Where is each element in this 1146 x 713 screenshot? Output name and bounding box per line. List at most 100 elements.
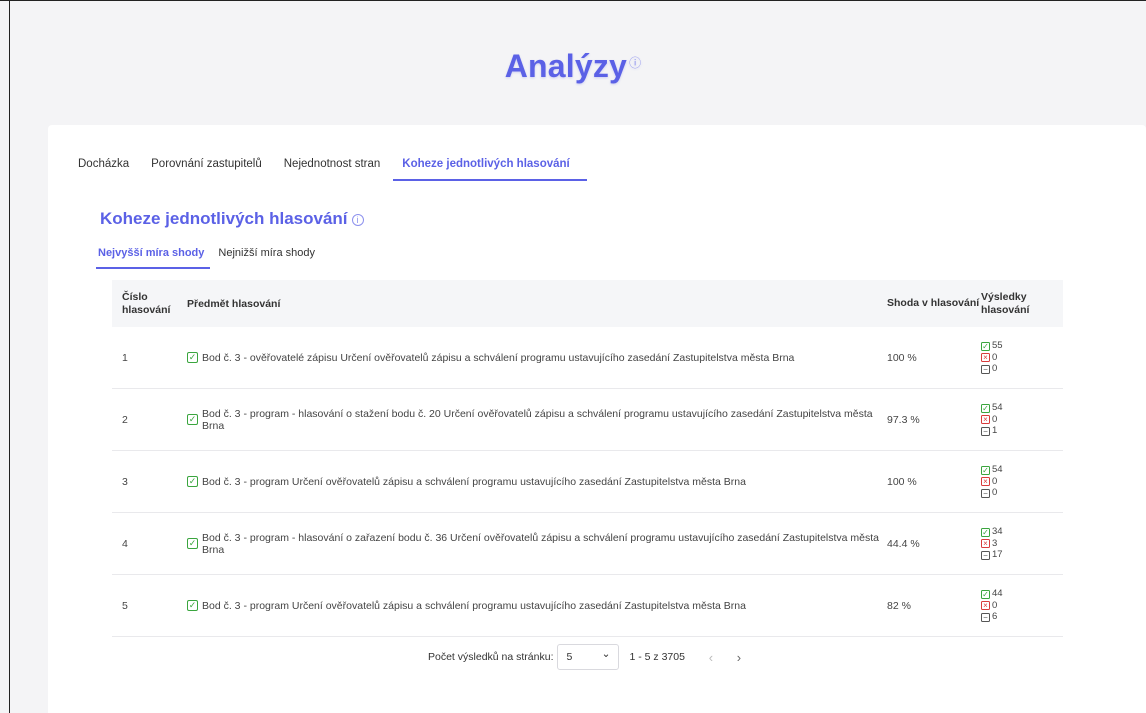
yes-check-icon: ✓	[981, 341, 990, 351]
vote-subject-text[interactable]: Bod č. 3 - ověřovatelé zápisu Určení ově…	[202, 352, 794, 364]
per-page-label: Počet výsledků na stránku:	[428, 651, 554, 663]
vote-number: 4	[122, 537, 128, 550]
tab-attendance[interactable]: Docházka	[78, 155, 140, 181]
no-count: 0	[992, 599, 998, 611]
abstain-minus-icon: −	[981, 364, 990, 374]
result-no: × 0	[981, 476, 1063, 488]
passed-check-icon: ✓	[187, 476, 198, 487]
info-icon[interactable]: i	[351, 213, 364, 226]
no-cross-icon: ×	[981, 539, 990, 548]
result-abstain: − 1	[981, 425, 1063, 437]
vote-results: ✓ 54 × 0 − 0	[981, 464, 1063, 499]
result-no: × 0	[981, 414, 1063, 426]
per-page-value: 5	[566, 651, 573, 663]
header-subject[interactable]: Předmět hlasování	[187, 298, 887, 310]
agreement-value: 100 %	[887, 475, 917, 488]
vote-results: ✓ 34 × 3 − 17	[981, 526, 1063, 561]
yes-count: 54	[992, 402, 1003, 414]
agreement-value: 100 %	[887, 351, 917, 364]
table-row[interactable]: 5 ✓ Bod č. 3 - program Určení ověřovatel…	[112, 575, 1063, 637]
result-yes: ✓ 55	[981, 340, 1063, 352]
yes-count: 54	[992, 464, 1003, 476]
result-yes: ✓ 54	[981, 402, 1063, 414]
pagination: Počet výsledků na stránku: 5 ⌄ 1 - 5 z 3…	[428, 644, 759, 670]
result-yes: ✓ 34	[981, 526, 1063, 538]
subtab-lowest-agreement[interactable]: Nejnižší míra shody	[218, 245, 315, 269]
subtab-highest-agreement[interactable]: Nejvyšší míra shody	[95, 245, 211, 269]
result-no: × 0	[981, 600, 1063, 612]
no-cross-icon: ×	[981, 477, 990, 486]
agreement-value: 82 %	[887, 599, 911, 612]
vote-subject: ✓ Bod č. 3 - program Určení ověřovatelů …	[187, 600, 887, 612]
abstain-minus-icon: −	[981, 612, 990, 622]
header-agreement[interactable]: Shoda v hlasování	[887, 297, 981, 310]
window-frame-top	[0, 0, 1146, 1]
header-results[interactable]: Výsledky hlasování	[981, 291, 1063, 317]
result-abstain: − 17	[981, 549, 1063, 561]
tab-party-disunity[interactable]: Nejednotnost stran	[284, 155, 392, 181]
table-row[interactable]: 4 ✓ Bod č. 3 - program - hlasování o zař…	[112, 513, 1063, 575]
no-count: 3	[992, 537, 998, 549]
yes-check-icon: ✓	[981, 527, 990, 537]
vote-subject: ✓ Bod č. 3 - program - hlasování o zařaz…	[187, 532, 887, 556]
next-page-button[interactable]: ›	[731, 650, 747, 665]
table-body: 1 ✓ Bod č. 3 - ověřovatelé zápisu Určení…	[112, 327, 1063, 637]
no-cross-icon: ×	[981, 415, 990, 424]
result-yes: ✓ 44	[981, 588, 1063, 600]
passed-check-icon: ✓	[187, 538, 198, 549]
header-vote-number[interactable]: Číslo hlasování	[112, 291, 187, 317]
vote-number: 3	[122, 475, 128, 488]
prev-page-button[interactable]: ‹	[703, 650, 719, 665]
table-row[interactable]: 1 ✓ Bod č. 3 - ověřovatelé zápisu Určení…	[112, 327, 1063, 389]
result-abstain: − 6	[981, 611, 1063, 623]
vote-results: ✓ 54 × 0 − 1	[981, 402, 1063, 437]
table-row[interactable]: 2 ✓ Bod č. 3 - program - hlasování o sta…	[112, 389, 1063, 451]
chevron-down-icon: ⌄	[601, 648, 611, 660]
yes-count: 44	[992, 588, 1003, 600]
result-yes: ✓ 54	[981, 464, 1063, 476]
abstain-count: 0	[992, 487, 998, 499]
page-title: Analýzy ⓘ	[0, 48, 1146, 85]
no-cross-icon: ×	[981, 353, 990, 362]
abstain-count: 1	[992, 425, 998, 437]
tab-compare-representatives[interactable]: Porovnání zastupitelů	[151, 155, 273, 181]
no-count: 0	[992, 475, 998, 487]
passed-check-icon: ✓	[187, 352, 198, 363]
abstain-count: 0	[992, 363, 998, 375]
no-count: 0	[992, 413, 998, 425]
yes-check-icon: ✓	[981, 465, 990, 475]
vote-results: ✓ 55 × 0 − 0	[981, 340, 1063, 375]
result-abstain: − 0	[981, 363, 1063, 375]
vote-results: ✓ 44 × 0 − 6	[981, 588, 1063, 623]
table-row[interactable]: 3 ✓ Bod č. 3 - program Určení ověřovatel…	[112, 451, 1063, 513]
section-title: Koheze jednotlivých hlasování i	[100, 209, 364, 229]
vote-number: 1	[122, 351, 128, 364]
abstain-count: 17	[992, 549, 1003, 561]
cohesion-subtabs: Nejvyšší míra shody Nejnižší míra shody	[95, 245, 329, 269]
vote-subject-text[interactable]: Bod č. 3 - program - hlasování o zařazen…	[202, 532, 887, 556]
vote-number: 5	[122, 599, 128, 612]
agreement-value: 97.3 %	[887, 413, 920, 426]
abstain-minus-icon: −	[981, 550, 990, 560]
vote-subject-text[interactable]: Bod č. 3 - program - hlasování o stažení…	[202, 408, 887, 432]
abstain-minus-icon: −	[981, 426, 990, 436]
vote-subject-text[interactable]: Bod č. 3 - program Určení ověřovatelů zá…	[202, 476, 746, 488]
per-page-select[interactable]: 5 ⌄	[557, 644, 620, 670]
tab-vote-cohesion[interactable]: Koheze jednotlivých hlasování	[393, 155, 588, 181]
vote-subject-text[interactable]: Bod č. 3 - program Určení ověřovatelů zá…	[202, 600, 746, 612]
content-card: Docházka Porovnání zastupitelů Nejednotn…	[48, 125, 1146, 713]
result-no: × 3	[981, 538, 1063, 550]
no-count: 0	[992, 351, 998, 363]
abstain-minus-icon: −	[981, 488, 990, 498]
no-cross-icon: ×	[981, 601, 990, 610]
page-range: 1 - 5 z 3705	[629, 651, 685, 663]
info-icon[interactable]: ⓘ	[629, 56, 641, 70]
table-header: Číslo hlasování Předmět hlasování Shoda …	[112, 280, 1063, 327]
result-no: × 0	[981, 352, 1063, 364]
passed-check-icon: ✓	[187, 600, 198, 611]
result-abstain: − 0	[981, 487, 1063, 499]
window-frame-left	[9, 0, 10, 713]
vote-subject: ✓ Bod č. 3 - program - hlasování o staže…	[187, 408, 887, 432]
section-title-text: Koheze jednotlivých hlasování	[100, 209, 348, 228]
yes-count: 55	[992, 340, 1003, 352]
